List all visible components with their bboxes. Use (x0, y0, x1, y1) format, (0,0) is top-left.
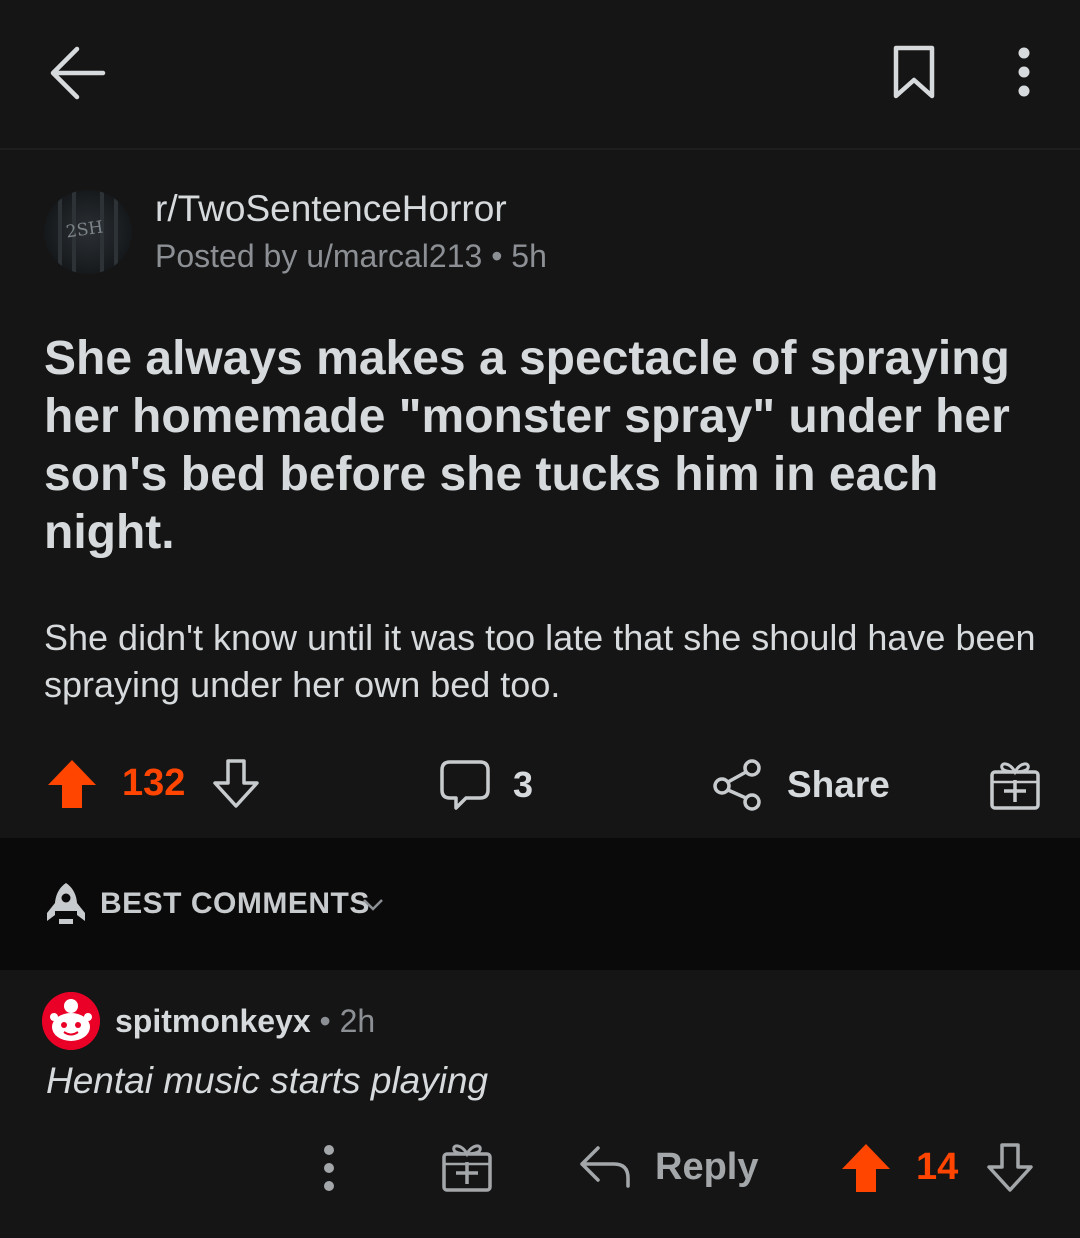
comment-bubble-icon (440, 760, 490, 810)
back-button[interactable] (40, 38, 114, 108)
rocket-icon (47, 883, 85, 924)
share-label[interactable]: Share (787, 764, 890, 806)
save-button[interactable] (886, 40, 942, 104)
post-body: She didn't know until it was too late th… (44, 617, 1036, 705)
subreddit-name[interactable]: r/TwoSentenceHorror (155, 188, 507, 230)
arrow-left-icon (50, 46, 106, 100)
comment-vote-count: 14 (916, 1146, 959, 1188)
upvote-button[interactable] (44, 756, 100, 812)
upvote-arrow-icon (48, 760, 96, 808)
chevron-down-icon (363, 899, 383, 911)
reply-arrow-icon (580, 1146, 630, 1188)
top-bar (0, 0, 1080, 150)
post-vote-count: 132 (122, 762, 186, 804)
more-vertical-icon (1018, 47, 1030, 97)
upvote-arrow-icon (842, 1144, 890, 1192)
gift-icon (442, 1144, 492, 1192)
subreddit-avatar[interactable]: 2SH (44, 190, 132, 274)
share-button[interactable] (708, 756, 766, 814)
comment-author[interactable]: spitmonkeyx • 2h (115, 1003, 375, 1040)
reply-button[interactable] (576, 1140, 634, 1194)
downvote-arrow-icon (987, 1143, 1033, 1192)
sort-dropdown[interactable] (360, 892, 386, 918)
comment-award-button[interactable] (438, 1138, 496, 1196)
subreddit-avatar-text: 2SH (64, 217, 105, 243)
post-title: She always makes a spectacle of spraying… (44, 332, 1010, 559)
post-author-line[interactable]: Posted by u/marcal213 • 5h (155, 238, 547, 275)
share-icon (713, 759, 761, 811)
more-vertical-icon (324, 1145, 334, 1191)
comment-upvote-button[interactable] (838, 1140, 894, 1196)
downvote-button[interactable] (208, 756, 264, 812)
bookmark-icon (893, 45, 935, 99)
sort-label[interactable]: BEST COMMENTS (100, 887, 370, 921)
reply-label[interactable]: Reply (655, 1146, 758, 1189)
comment-downvote-button[interactable] (982, 1140, 1038, 1196)
comment-username[interactable]: spitmonkeyx (115, 1003, 311, 1039)
snoo-avatar-icon (42, 992, 100, 1050)
sort-button[interactable] (44, 880, 88, 928)
comment-body: Hentai music starts playing (46, 1060, 489, 1101)
comment-more-button[interactable] (314, 1140, 344, 1196)
downvote-arrow-icon (213, 759, 259, 808)
avatar[interactable] (42, 992, 100, 1050)
comments-button[interactable] (436, 756, 494, 814)
more-options-button[interactable] (1004, 44, 1044, 100)
award-button[interactable] (986, 756, 1044, 814)
gift-icon (990, 762, 1040, 810)
post-comment-count: 3 (513, 764, 534, 805)
comment-age: • 2h (310, 1003, 376, 1039)
